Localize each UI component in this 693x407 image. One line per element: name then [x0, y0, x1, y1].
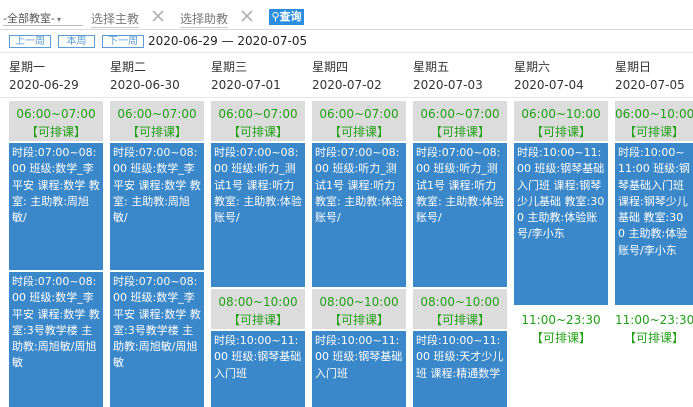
slot-status: 【可排课】 — [328, 313, 389, 327]
slot-time: 06:00~07:00 — [218, 107, 298, 121]
slot-status: 【可排课】 — [530, 331, 591, 345]
lesson-card-wed-1[interactable]: 时段:07:00~08:00 班级:听力_测试1号 课程:听力 教室: 主助教:… — [211, 143, 305, 287]
slot-status: 【可排课】 — [623, 331, 684, 345]
slot-time: 06:00~07:00 — [117, 107, 197, 121]
day-header-sun: 星期日 2020-07-05 — [615, 58, 693, 96]
free-slot-thu-1[interactable]: 06:00~07:00 【可排课】 — [312, 101, 406, 141]
search-button-label: 查询 — [279, 10, 302, 23]
slot-status: 【可排课】 — [328, 125, 389, 139]
teacher-filter-label: 选择主教 — [91, 12, 140, 26]
clear-assistant-icon[interactable] — [240, 9, 254, 23]
day-header-sat: 星期六 2020-07-04 — [514, 58, 615, 96]
slot-status: 【可排课】 — [126, 125, 187, 139]
slot-time: 11:00~23:30 — [615, 313, 693, 327]
day-name: 星期日 — [615, 60, 652, 74]
slot-status: 【可排课】 — [227, 125, 288, 139]
day-header-wed: 星期三 2020-07-01 — [211, 58, 312, 96]
day-date: 2020-07-01 — [211, 78, 281, 92]
this-week-button[interactable]: 本周 — [58, 35, 95, 48]
prev-week-button[interactable]: 上一周 — [9, 35, 51, 48]
free-slot-wed-1[interactable]: 06:00~07:00 【可排课】 — [211, 101, 305, 141]
lesson-card-thu-1[interactable]: 时段:07:00~08:00 班级:听力_测试1号 课程:听力 教室: 主助教:… — [312, 143, 406, 287]
day-name: 星期二 — [110, 60, 147, 74]
free-slot-sun-1[interactable]: 06:00~10:00 【可排课】 — [615, 101, 693, 141]
day-date: 2020-06-29 — [9, 78, 79, 92]
day-header-thu: 星期四 2020-07-02 — [312, 58, 413, 96]
search-button[interactable]: ⚲查询 — [269, 9, 304, 25]
lesson-card-mon-2[interactable]: 时段:07:00~08:00 班级:数学_李平安 课程:数学 教室:3号教学楼 … — [9, 272, 103, 407]
filter-toolbar: -全部教室- ▾ 选择主教 选择助教 ⚲查询 — [0, 0, 693, 30]
day-date: 2020-07-03 — [413, 78, 483, 92]
next-week-button[interactable]: 下一周 — [102, 35, 144, 48]
lesson-card-fri-2[interactable]: 时段:10:00~11:00 班级:天才少儿班 课程:精通数学 — [413, 331, 507, 407]
chevron-down-icon: ▾ — [56, 15, 61, 24]
lesson-card-fri-1[interactable]: 时段:07:00~08:00 班级:听力_测试1号 课程:听力 教室: 主助教:… — [413, 143, 507, 287]
lesson-card-tue-1[interactable]: 时段:07:00~08:00 班级:数学_李平安 课程:数学 教室: 主助教:周… — [110, 143, 204, 270]
free-slot-fri-2[interactable]: 08:00~10:00 【可排课】 — [413, 289, 507, 329]
slot-time: 06:00~10:00 — [615, 107, 693, 121]
day-name: 星期六 — [514, 60, 551, 74]
lesson-card-sat-1[interactable]: 时段:10:00~11:00 班级:钢琴基础入门班 课程:钢琴少儿基础 教室:3… — [514, 143, 608, 305]
clear-teacher-icon[interactable] — [151, 9, 165, 23]
free-slot-sat-1[interactable]: 06:00~10:00 【可排课】 — [514, 101, 608, 141]
lesson-card-tue-2[interactable]: 时段:07:00~08:00 班级:数学_李平安 课程:数学 教室:3号教学楼 … — [110, 272, 204, 407]
classroom-select-value: -全部教室- — [3, 12, 55, 25]
slot-time: 08:00~10:00 — [420, 295, 500, 309]
assistant-filter-label: 选择助教 — [180, 12, 229, 26]
lesson-card-sun-1[interactable]: 时段:10:00~11:00 班级:钢琴基础入门班 课程:钢琴少儿基础 教室:3… — [615, 143, 693, 305]
lesson-card-mon-1[interactable]: 时段:07:00~08:00 班级:数学_李平安 课程:数学 教室: 主助教:周… — [9, 143, 103, 270]
day-header-mon: 星期一 2020-06-29 — [9, 58, 110, 96]
free-slot-wed-2[interactable]: 08:00~10:00 【可排课】 — [211, 289, 305, 329]
lesson-card-wed-2[interactable]: 时段:10:00~11:00 班级:钢琴基础入门班 — [211, 331, 305, 407]
free-slot-mon[interactable]: 06:00~07:00 【可排课】 — [9, 101, 103, 141]
slot-time: 06:00~10:00 — [521, 107, 601, 121]
day-date: 2020-07-04 — [514, 78, 584, 92]
assistant-filter[interactable]: 选择助教 — [180, 10, 229, 28]
slot-status: 【可排课】 — [429, 125, 490, 139]
free-slot-thu-2[interactable]: 08:00~10:00 【可排课】 — [312, 289, 406, 329]
day-name: 星期一 — [9, 60, 46, 74]
slot-status: 【可排课】 — [530, 125, 591, 139]
slot-time: 08:00~10:00 — [218, 295, 298, 309]
classroom-select[interactable]: -全部教室- ▾ — [3, 10, 83, 26]
day-header-tue: 星期二 2020-06-30 — [110, 58, 211, 96]
free-slot-fri-1[interactable]: 06:00~07:00 【可排课】 — [413, 101, 507, 141]
day-name: 星期四 — [312, 60, 349, 74]
free-slot-sat-2[interactable]: 11:00~23:30 【可排课】 — [514, 307, 608, 347]
slot-status: 【可排课】 — [227, 313, 288, 327]
day-header-fri: 星期五 2020-07-03 — [413, 58, 514, 96]
week-range: 2020-06-29 — 2020-07-05 — [148, 34, 308, 48]
free-slot-tue[interactable]: 06:00~07:00 【可排课】 — [110, 101, 204, 141]
day-date: 2020-07-02 — [312, 78, 382, 92]
slot-time: 06:00~07:00 — [16, 107, 96, 121]
slot-time: 06:00~07:00 — [319, 107, 399, 121]
slot-status: 【可排课】 — [25, 125, 86, 139]
slot-status: 【可排课】 — [623, 125, 684, 139]
week-navigation: 上一周 本周 下一周 2020-06-29 — 2020-07-05 — [0, 30, 693, 54]
slot-time: 06:00~07:00 — [420, 107, 500, 121]
day-name: 星期三 — [211, 60, 248, 74]
day-date: 2020-06-30 — [110, 78, 180, 92]
day-name: 星期五 — [413, 60, 450, 74]
slot-time: 08:00~10:00 — [319, 295, 399, 309]
search-icon: ⚲ — [271, 10, 280, 23]
slot-status: 【可排课】 — [429, 313, 490, 327]
free-slot-sun-2[interactable]: 11:00~23:30 【可排课】 — [615, 307, 693, 347]
teacher-filter[interactable]: 选择主教 — [91, 10, 140, 28]
day-date: 2020-07-05 — [615, 78, 685, 92]
slot-time: 11:00~23:30 — [521, 313, 601, 327]
lesson-card-thu-2[interactable]: 时段:10:00~11:00 班级:钢琴基础入门班 — [312, 331, 406, 407]
